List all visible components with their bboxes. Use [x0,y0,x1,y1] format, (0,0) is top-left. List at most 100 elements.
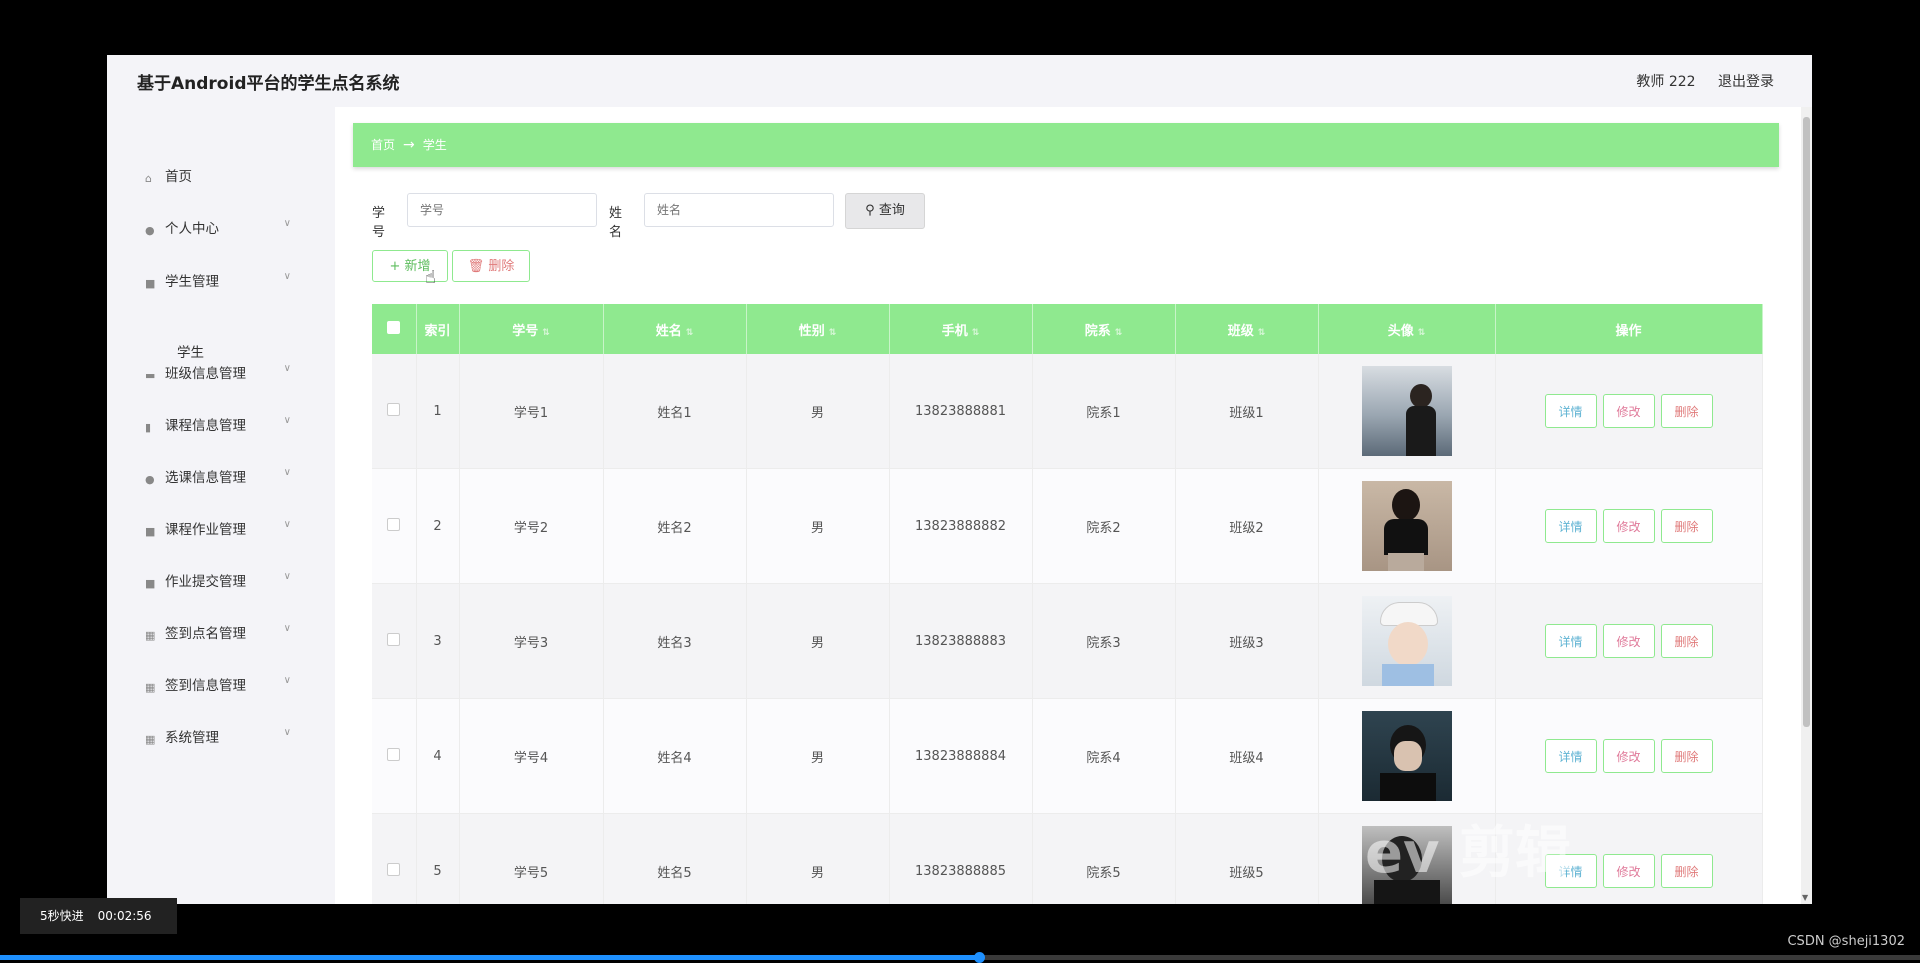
cell-index: 1 [416,354,460,469]
row-delete-button[interactable]: 删除 [1660,739,1713,773]
sidebar-item-label: 选课信息管理 [165,470,246,486]
header-class[interactable]: 班级 ⇅ [1175,304,1319,354]
sort-icon[interactable]: ⇅ [686,328,694,338]
scrollbar-thumb[interactable] [1803,117,1810,727]
edit-button[interactable]: 修改 [1602,624,1655,658]
grid-icon: ▦ [145,629,156,642]
clipboard-icon: ■ [145,525,156,538]
cell-actions: 详情 修改 删除 [1495,583,1763,699]
logout-link[interactable]: 退出登录 [1718,74,1774,90]
video-progress-bar[interactable] [0,952,1920,963]
grid-icon: ▦ [145,733,156,746]
avatar[interactable] [1361,596,1452,686]
playback-time: 00:02:56 [97,909,152,923]
row-checkbox[interactable] [387,632,401,646]
breadcrumb-arrow-icon: → [403,137,415,153]
sidebar-item-home[interactable]: ⌂ 首页 [145,165,325,193]
row-checkbox[interactable] [387,862,401,876]
chevron-down-icon: ∨ [283,727,291,738]
edit-button[interactable]: 修改 [1602,509,1655,543]
cell-index: 3 [416,583,460,699]
sidebar-item-homework[interactable]: ■ 课程作业管理 ∨ [145,518,325,546]
sort-icon[interactable]: ⇅ [1418,328,1426,338]
avatar[interactable] [1361,366,1452,456]
student-id-input[interactable] [407,193,597,227]
sidebar-item-course-info[interactable]: ▮ 课程信息管理 ∨ [145,414,325,442]
sidebar-item-label: 学生管理 [165,274,219,290]
sidebar-item-roll-call[interactable]: ▦ 签到点名管理 ∨ [145,622,325,650]
sidebar-item-submission[interactable]: ■ 作业提交管理 ∨ [145,570,325,598]
sidebar-item-label: 个人中心 [165,221,219,237]
avatar[interactable] [1361,711,1452,801]
chevron-down-icon: ∨ [283,218,291,229]
header-right: 教师 222 退出登录 [1618,71,1774,91]
row-delete-button[interactable]: 删除 [1660,854,1713,888]
sort-icon[interactable]: ⇅ [972,328,980,338]
select-all-checkbox[interactable] [387,320,401,334]
csdn-credit: CSDN @sheji1302 [1787,934,1905,949]
sort-icon[interactable]: ⇅ [829,328,837,338]
query-button[interactable]: ⚲ 查询 [845,193,925,229]
detail-button[interactable]: 详情 [1544,509,1597,543]
header-department[interactable]: 院系 ⇅ [1032,304,1176,354]
cell-student-id: 学号4 [459,698,604,814]
sort-icon[interactable]: ⇅ [1258,328,1266,338]
sidebar-item-label: 班级信息管理 [165,366,246,382]
header-phone[interactable]: 手机 ⇅ [889,304,1033,354]
row-delete-button[interactable]: 删除 [1660,624,1713,658]
header-name[interactable]: 姓名 ⇅ [603,304,747,354]
row-delete-button[interactable]: 删除 [1660,509,1713,543]
edit-button[interactable]: 修改 [1602,394,1655,428]
edit-button[interactable]: 修改 [1602,739,1655,773]
cell-department: 院系4 [1032,698,1176,814]
name-input[interactable] [644,193,834,227]
sidebar-item-label: 课程作业管理 [165,522,246,538]
edit-button[interactable]: 修改 [1602,854,1655,888]
table-row: 2 学号2 姓名2 男 13823888882 院系2 班级2 详情 修改 删除 [372,468,1763,584]
cell-phone: 13823888883 [889,583,1033,699]
header-student-id[interactable]: 学号 ⇅ [459,304,604,354]
sidebar-item-students[interactable]: ■ 学生管理 ∨ [145,270,325,298]
app-title: 基于Android平台的学生点名系统 [137,74,400,94]
table-row: 1 学号1 姓名1 男 13823888881 院系1 班级1 详情 修改 删除 [372,354,1763,469]
plus-icon: + [389,259,401,274]
sidebar-item-system[interactable]: ▦ 系统管理 ∨ [145,726,325,754]
sidebar-item-course-selection[interactable]: ● 选课信息管理 ∨ [145,466,325,494]
cell-phone: 13823888885 [889,813,1033,904]
sidebar-subitem-student[interactable]: 学生 [177,341,204,361]
sidebar-item-class-info[interactable]: ▬ 班级信息管理 ∨ [145,362,325,390]
delete-label: 删除 [488,259,515,274]
cell-department: 院系5 [1032,813,1176,904]
grid-icon: ▦ [145,681,156,694]
sidebar-item-profile[interactable]: ● 个人中心 ∨ [145,217,325,245]
chevron-down-icon: ∨ [283,363,291,374]
row-checkbox[interactable] [387,747,401,761]
row-checkbox[interactable] [387,402,401,416]
header-avatar[interactable]: 头像 ⇅ [1318,304,1496,354]
detail-button[interactable]: 详情 [1544,624,1597,658]
select-all-cell[interactable] [372,304,417,354]
sort-icon[interactable]: ⇅ [1115,328,1123,338]
detail-button[interactable]: 详情 [1544,394,1597,428]
cell-student-id: 学号1 [459,354,604,469]
breadcrumb-home[interactable]: 首页 [371,138,395,152]
row-delete-button[interactable]: 删除 [1660,394,1713,428]
sidebar-item-checkin-info[interactable]: ▦ 签到信息管理 ∨ [145,674,325,702]
row-checkbox[interactable] [387,517,401,531]
avatar[interactable] [1361,481,1452,571]
header-index: 索引 [416,304,460,354]
sort-icon[interactable]: ⇅ [542,328,550,338]
cell-actions: 详情 修改 删除 [1495,354,1763,469]
speed-label: 5秒快进 [40,909,84,923]
cell-student-id: 学号2 [459,468,604,584]
progress-knob[interactable] [974,952,986,963]
add-button[interactable]: + 新增 [372,250,448,282]
header: 基于Android平台的学生点名系统 教师 222 退出登录 [107,55,1812,107]
bar-chart-icon: ▮ [145,421,152,434]
delete-button[interactable]: 🗑 删除 [452,250,530,282]
name-label: 姓名 [609,206,623,240]
vertical-scrollbar[interactable]: ▼ [1801,107,1812,904]
detail-button[interactable]: 详情 [1544,739,1597,773]
scroll-down-arrow-icon[interactable]: ▼ [1802,893,1808,902]
header-gender[interactable]: 性别 ⇅ [746,304,890,354]
